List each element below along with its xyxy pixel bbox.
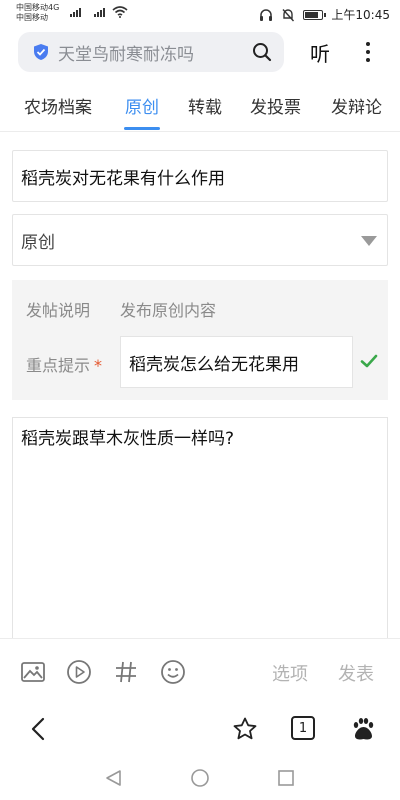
post-content-field[interactable]: 稻壳炭跟草木灰性质一样吗? — [12, 417, 388, 647]
star-icon[interactable] — [232, 716, 258, 742]
search-bar[interactable]: 天堂鸟耐寒耐冻吗 — [18, 32, 284, 72]
nav-recents-icon[interactable] — [276, 768, 296, 788]
hashtag-icon[interactable] — [113, 659, 139, 685]
status-bar: 中国移动4G 中国移动 上午10:45 — [0, 0, 400, 28]
tab-repost[interactable]: 转载 — [188, 93, 222, 118]
shield-icon — [34, 44, 48, 60]
key-point-input[interactable]: 稻壳炭怎么给无花果用 — [120, 336, 353, 388]
wifi-icon — [112, 6, 128, 18]
headphones-icon — [260, 8, 273, 21]
options-button[interactable]: 选项 — [272, 660, 308, 686]
nav-back-icon[interactable] — [104, 768, 124, 788]
dropdown-caret-icon — [361, 236, 377, 246]
key-point-label-text: 重点提示 — [26, 356, 91, 375]
category-tabs: 农场档案 原创 转载 发投票 发辩论 — [0, 84, 400, 132]
active-tab-indicator — [124, 127, 160, 130]
status-time: 上午10:45 — [331, 8, 390, 22]
video-icon[interactable] — [66, 659, 92, 685]
battery-icon — [303, 9, 327, 20]
key-point-label: 重点提示 * — [26, 352, 102, 376]
post-title-field[interactable]: 稻壳炭对无花果有什么作用 — [12, 150, 388, 202]
more-menu-icon[interactable] — [360, 38, 376, 66]
listen-button[interactable]: 听 — [310, 38, 330, 67]
check-icon — [360, 354, 378, 368]
signal-icon — [70, 8, 81, 17]
image-icon[interactable] — [20, 659, 46, 685]
publish-button[interactable]: 发表 — [338, 660, 374, 686]
back-icon[interactable] — [26, 716, 52, 742]
mute-bell-icon — [282, 8, 295, 21]
tabs-icon[interactable]: 1 — [291, 716, 315, 740]
browser-toolbar — [0, 702, 400, 754]
nav-home-icon[interactable] — [190, 768, 210, 788]
search-query[interactable]: 天堂鸟耐寒耐冻吗 — [58, 40, 252, 65]
status-right: 上午10:45 — [259, 6, 390, 23]
required-mark: * — [94, 356, 103, 375]
post-info-panel: 发帖说明 发布原创内容 重点提示 * 稻壳炭怎么给无花果用 — [12, 280, 388, 400]
carrier-line-2: 中国移动 — [16, 13, 48, 22]
emoji-icon[interactable] — [160, 659, 186, 685]
carrier-info: 中国移动4G 中国移动 — [16, 3, 59, 23]
tab-original[interactable]: 原创 — [125, 93, 159, 118]
post-type-value: 原创 — [21, 232, 55, 253]
system-navigation — [0, 754, 400, 800]
tab-debate[interactable]: 发辩论 — [331, 93, 382, 118]
carrier-line-1: 中国移动4G — [16, 3, 60, 12]
tab-farm-archive[interactable]: 农场档案 — [24, 93, 92, 118]
tab-poll[interactable]: 发投票 — [250, 93, 301, 118]
post-guide-text: 发布原创内容 — [120, 301, 217, 320]
post-guide-label: 发帖说明 — [26, 301, 91, 320]
search-icon[interactable] — [252, 42, 272, 62]
signal-icon-2 — [94, 8, 105, 17]
post-type-select[interactable]: 原创 — [12, 214, 388, 266]
editor-toolbar: 选项 发表 — [0, 638, 400, 702]
baidu-icon[interactable] — [350, 716, 376, 742]
